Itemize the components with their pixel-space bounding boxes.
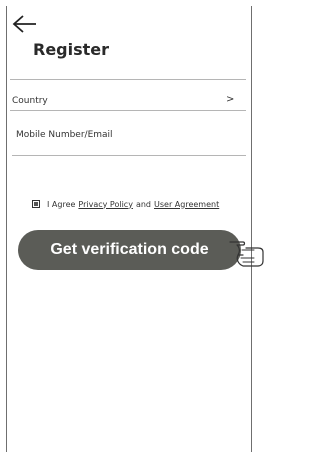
agree-and: and (135, 199, 152, 209)
mobile-email-underline (12, 155, 246, 156)
country-underline (10, 110, 246, 111)
divider (10, 79, 246, 80)
chevron-right-icon: > (226, 94, 235, 105)
mobile-email-field[interactable]: Mobile Number/Email (16, 130, 113, 140)
phone-screen-frame (6, 6, 252, 452)
back-arrow-icon[interactable] (12, 14, 38, 34)
country-label: Country (12, 96, 48, 106)
user-agreement-link[interactable]: User Agreement (154, 200, 219, 209)
agree-prefix: I Agree (47, 199, 76, 209)
get-verification-code-button[interactable]: Get verification code (18, 230, 241, 270)
page-title: Register (33, 40, 110, 59)
pointing-hand-icon (229, 241, 264, 267)
agree-checkbox[interactable] (32, 200, 40, 208)
agreement-row: I Agree Privacy Policy and User Agreemen… (32, 197, 219, 211)
privacy-policy-link[interactable]: Privacy Policy (78, 200, 133, 209)
